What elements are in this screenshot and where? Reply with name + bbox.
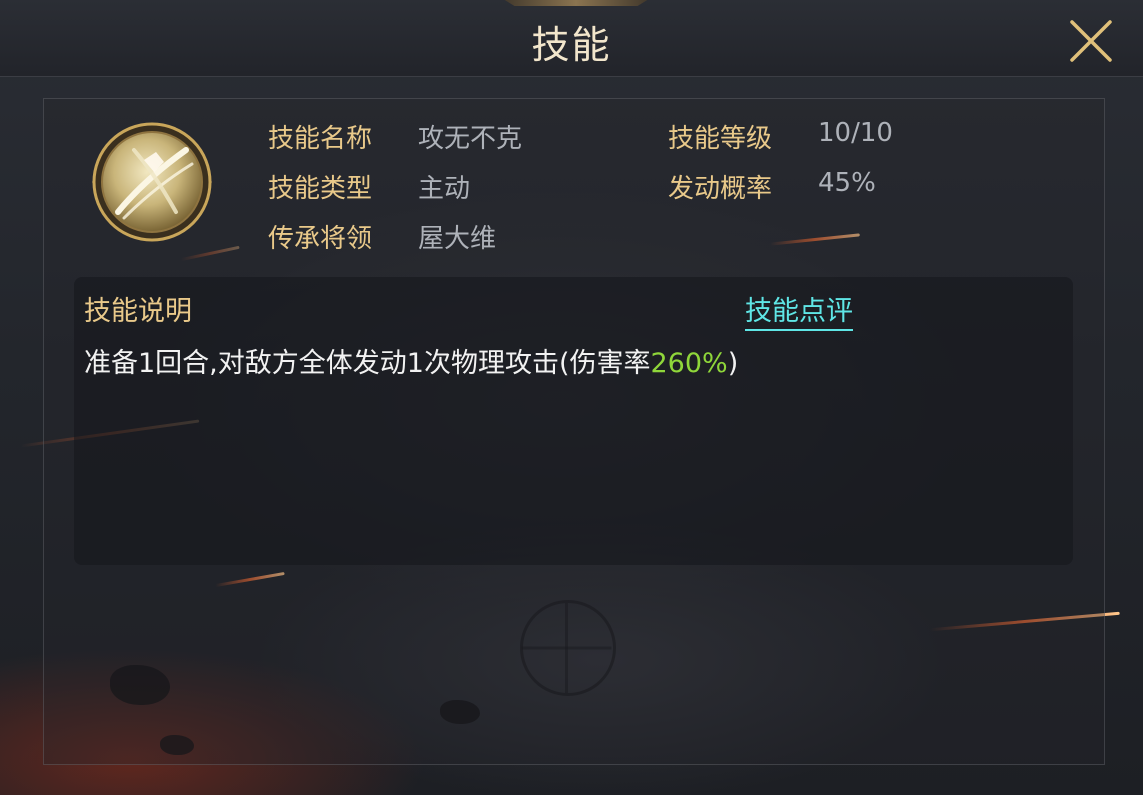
trigger-rate-value: 45% — [818, 168, 876, 198]
skill-icon[interactable] — [88, 120, 216, 244]
skill-name-label: 技能名称 — [268, 124, 373, 154]
page-title: 技能 — [531, 23, 612, 67]
close-x-icon — [1070, 20, 1112, 62]
skill-name-value: 攻无不克 — [418, 124, 523, 154]
skill-review-link[interactable]: 技能点评 — [745, 289, 853, 331]
inherit-general-value: 屋大维 — [418, 224, 497, 254]
description-panel — [74, 277, 1073, 565]
trigger-rate-label: 发动概率 — [668, 174, 773, 204]
inherit-general-label: 传承将领 — [268, 224, 373, 254]
description-text-end: ) — [727, 348, 739, 379]
skill-type-value: 主动 — [418, 174, 471, 204]
description-text: 准备1回合,对敌方全体发动1次物理攻击(伤害率260%) — [84, 341, 738, 380]
damage-rate-highlight: 260% — [650, 348, 728, 379]
description-title: 技能说明 — [84, 296, 192, 327]
skill-detail-screen: 技能 技能名称 攻无不克 技能等级 10/10 技能类型 主动 发动概率 45%… — [0, 0, 1143, 795]
skill-level-label: 技能等级 — [668, 124, 773, 154]
skill-level-value: 10/10 — [818, 118, 893, 148]
skill-type-label: 技能类型 — [268, 174, 373, 204]
header-ornament — [495, 0, 657, 6]
close-button[interactable] — [1066, 16, 1116, 66]
description-text-main: 准备1回合,对敌方全体发动1次物理攻击(伤害率 — [84, 348, 651, 379]
sword-slash-skill-icon — [92, 122, 212, 242]
header-bar: 技能 — [0, 0, 1143, 77]
